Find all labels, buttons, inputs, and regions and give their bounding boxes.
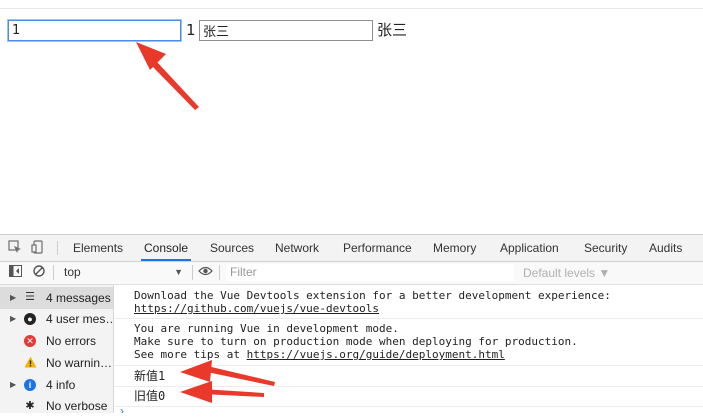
console-output: Download the Vue Devtools extension for … — [114, 285, 703, 413]
tabbar-divider — [57, 241, 58, 255]
message-text: You are running Vue in development mode. — [134, 322, 399, 335]
context-selector[interactable]: top ▼ — [58, 264, 187, 280]
toolbar-divider — [53, 265, 54, 280]
tab-console[interactable]: Console — [141, 235, 192, 261]
tab-elements[interactable]: Elements — [73, 235, 123, 261]
message-text: See more tips at — [134, 348, 247, 361]
tab-security[interactable]: Security — [584, 235, 627, 261]
sidebar-item-errors[interactable]: ✕ No errors — [0, 330, 113, 352]
sidebar-item-user-messages[interactable]: ▶ ● 4 user mes… — [0, 308, 113, 330]
sidebar-item-label: 4 user mes… — [46, 312, 113, 326]
sidebar-item-label: 4 info — [46, 378, 76, 392]
tab-audits[interactable]: Audits — [649, 235, 682, 261]
console-sidebar: ▶ ☰ 4 messages ▶ ● 4 user mes… ✕ No erro… — [0, 285, 114, 413]
sidebar-item-label: 4 messages — [46, 291, 111, 305]
number-display: 1 — [186, 21, 196, 39]
name-display: 张三 — [377, 21, 408, 39]
sidebar-toggle-icon[interactable] — [7, 265, 23, 281]
console-message-devmode: You are running Vue in development mode.… — [114, 322, 703, 366]
sidebar-item-verbose[interactable]: ✱ No verbose — [0, 395, 113, 417]
toolbar-divider-3 — [219, 265, 220, 280]
svg-text:!: ! — [29, 360, 33, 369]
sidebar-item-warnings[interactable]: ! No warnin… — [0, 352, 113, 374]
vue-devtools-link[interactable]: https://github.com/vuejs/vue-devtools — [134, 302, 379, 315]
page-content: 1 张三 — [0, 0, 703, 234]
console-toolbar: top ▼ Filter Default levels ▼ — [0, 262, 703, 285]
console-log-new-value: 新值1 — [134, 369, 166, 383]
devtools-tabbar: Elements Console Sources Network Perform… — [0, 235, 703, 262]
console-filter-input[interactable]: Filter — [226, 264, 514, 281]
tab-memory[interactable]: Memory — [433, 235, 476, 261]
expand-triangle-icon: ▶ — [10, 380, 17, 389]
deployment-guide-link[interactable]: https://vuejs.org/guide/deployment.html — [247, 348, 505, 361]
expand-triangle-icon: ▶ — [10, 293, 17, 302]
info-icon: i — [24, 379, 36, 391]
page-top-divider — [0, 8, 703, 9]
context-value: top — [64, 265, 81, 279]
tab-application[interactable]: Application — [500, 235, 559, 261]
warning-icon: ! — [24, 356, 37, 369]
console-log-old-value: 旧值0 — [134, 389, 166, 403]
tab-network[interactable]: Network — [275, 235, 319, 261]
message-text: Download the Vue Devtools extension for … — [134, 289, 611, 302]
expand-triangle-icon: ▶ — [10, 314, 17, 323]
filter-placeholder: Filter — [230, 265, 257, 279]
number-input[interactable] — [8, 20, 181, 41]
sidebar-item-info[interactable]: ▶ i 4 info — [0, 374, 113, 396]
sidebar-item-label: No warnin… — [46, 356, 113, 370]
console-log-row — [114, 367, 703, 387]
sidebar-item-label: No errors — [46, 334, 97, 348]
sidebar-item-label: No verbose — [46, 399, 108, 413]
log-levels-dropdown[interactable]: Default levels ▼ — [523, 265, 610, 281]
list-icon: ☰ — [25, 291, 35, 303]
clear-console-icon[interactable] — [31, 265, 47, 281]
tab-sources[interactable]: Sources — [210, 235, 254, 261]
bug-icon: ✱ — [25, 400, 35, 412]
devtools-panel: Elements Console Sources Network Perform… — [0, 234, 703, 413]
sidebar-item-messages[interactable]: ▶ ☰ 4 messages — [0, 287, 113, 309]
console-log-row — [114, 388, 703, 407]
context-dropdown-icon: ▼ — [174, 267, 183, 277]
inspect-element-icon[interactable] — [7, 240, 23, 256]
message-text: Make sure to turn on production mode whe… — [134, 335, 578, 348]
error-icon: ✕ — [24, 335, 36, 347]
toolbar-divider-2 — [192, 265, 193, 280]
tab-performance[interactable]: Performance — [343, 235, 412, 261]
live-expression-eye-icon[interactable] — [197, 265, 213, 281]
console-message-devtools: Download the Vue Devtools extension for … — [114, 289, 703, 319]
user-icon: ● — [24, 313, 36, 325]
name-input[interactable] — [199, 20, 373, 41]
device-toolbar-icon[interactable] — [30, 240, 46, 256]
